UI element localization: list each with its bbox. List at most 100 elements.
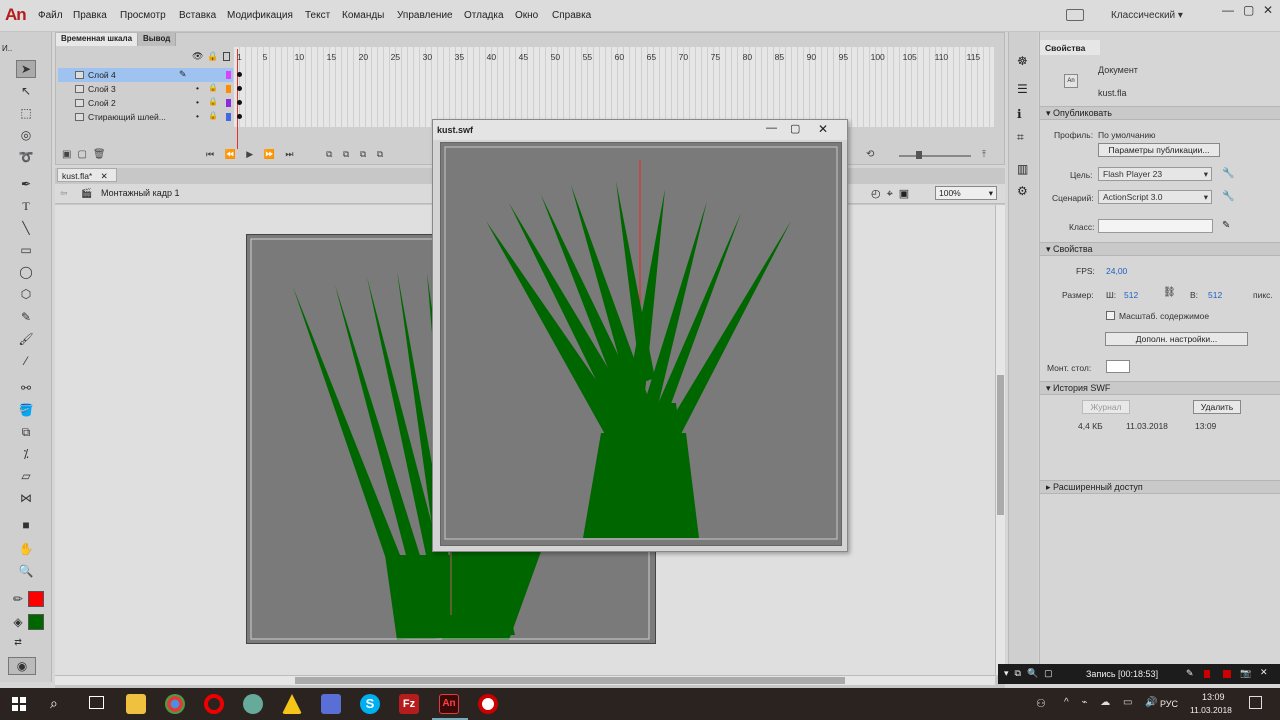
link-icon[interactable]: ⛓ (1163, 287, 1176, 298)
frame-number[interactable]: 85 (775, 52, 784, 62)
animate-icon[interactable]: An (439, 694, 459, 714)
menu-text[interactable]: Текст (305, 10, 330, 21)
layer-row[interactable]: Слой 4 ✎ (58, 68, 233, 82)
stroke-color-swatch[interactable] (28, 591, 44, 607)
frame-number[interactable]: 90 (807, 52, 816, 62)
polystar-tool-icon[interactable]: ⬡ (16, 285, 36, 303)
paint-brush-icon[interactable]: 🖌 (16, 330, 36, 348)
horizontal-scrollbar[interactable] (55, 675, 995, 685)
loop-icon[interactable]: ⟲ (866, 149, 874, 160)
pen-tool-icon[interactable]: ✒ (16, 175, 36, 193)
paint-bucket-icon[interactable]: 🪣 (16, 401, 36, 419)
eraser-tool-icon[interactable]: ▱ (16, 467, 36, 485)
lock-icon[interactable]: 🔒 (208, 111, 218, 120)
components-panel-icon[interactable]: ⚙ (1017, 184, 1028, 198)
view-icons[interactable]: ◴⌖▣ (871, 187, 915, 201)
expand-icon[interactable]: ⤒ (982, 149, 986, 160)
fill-color-swatch[interactable] (28, 614, 44, 630)
close-icon[interactable]: ✕ (1260, 667, 1268, 678)
tab-output[interactable]: Вывод (138, 33, 177, 46)
target-select[interactable]: Flash Player 23 ▾ (1098, 167, 1212, 181)
menu-window[interactable]: Окно (515, 10, 538, 21)
layer-controls[interactable]: ▣▢🗑 (62, 149, 112, 160)
recorder-icon[interactable] (478, 694, 498, 714)
frame-number[interactable]: 25 (391, 52, 400, 62)
stage-color-swatch[interactable] (1106, 360, 1130, 373)
wrench-icon[interactable]: 🔧 (1222, 168, 1234, 179)
wrench-icon[interactable]: 🔧 (1222, 191, 1234, 202)
menu-debug[interactable]: Отладка (464, 10, 504, 21)
clock-date[interactable]: 11.03.2018 (1190, 705, 1232, 715)
chrome-icon[interactable] (165, 694, 185, 714)
class-input[interactable] (1098, 219, 1213, 233)
triangle-app-icon[interactable] (282, 694, 302, 714)
align-panel-icon[interactable]: ☰ (1017, 82, 1028, 96)
tab-properties[interactable]: Свойства (1040, 40, 1100, 55)
hand-tool-icon[interactable]: ✋ (16, 540, 36, 558)
maximize-button[interactable]: ▢ (1243, 3, 1254, 17)
playhead[interactable] (237, 49, 243, 149)
minimize-button[interactable]: — (1222, 3, 1234, 17)
frame-number[interactable]: 75 (711, 52, 720, 62)
delete-button[interactable]: Удалить (1193, 400, 1241, 414)
visible-dot[interactable]: • (196, 111, 199, 121)
outline-icon[interactable] (223, 52, 230, 61)
swf-canvas[interactable] (440, 142, 842, 546)
lasso-tool-icon[interactable]: ➰ (16, 148, 36, 166)
menu-help[interactable]: Справка (552, 10, 591, 21)
scroll-thumb[interactable] (997, 375, 1004, 515)
frame-number[interactable]: 1 (237, 52, 242, 62)
eye-icon[interactable]: 👁 (192, 51, 203, 62)
advanced-settings-button[interactable]: Дополн. настройки... (1105, 332, 1248, 346)
close-tab-icon[interactable]: ✕ (101, 171, 108, 181)
fps-value[interactable]: 24,00 (1106, 266, 1127, 276)
layer-color-swatch[interactable] (226, 113, 231, 121)
frame-number[interactable]: 45 (519, 52, 528, 62)
workspace-dropdown[interactable]: Классический ▾ (1111, 10, 1183, 21)
free-transform-icon[interactable]: ⬚ (16, 104, 36, 122)
vertical-scrollbar[interactable] (995, 205, 1005, 675)
frame-number[interactable]: 65 (647, 52, 656, 62)
bone-tool-icon[interactable]: ⚯ (16, 379, 36, 397)
sync-icon[interactable] (1066, 9, 1084, 21)
zoom-tool-icon[interactable]: 🔍 (16, 562, 36, 580)
oval-tool-icon[interactable]: ◯ (16, 263, 36, 281)
swf-preview-window[interactable]: kust.swf — ▢ ✕ (432, 119, 848, 552)
swap-colors-icon[interactable]: ⇄ (8, 633, 28, 651)
frame-size-slider[interactable] (899, 155, 971, 157)
line-tool-icon[interactable]: ╲ (16, 219, 36, 237)
globe-icon[interactable] (243, 694, 263, 714)
section-advanced-sharing[interactable]: ▸ Расширенный доступ (1040, 480, 1280, 494)
frame-number[interactable]: 40 (487, 52, 496, 62)
pencil-tool-icon[interactable]: ✎ (16, 308, 36, 326)
layer-row[interactable]: Слой 2 • 🔒 (58, 96, 233, 110)
slider-thumb[interactable] (916, 151, 922, 159)
stop-icon[interactable] (1223, 670, 1231, 678)
3d-rotation-icon[interactable]: ◎ (16, 126, 36, 144)
camera-tool-icon[interactable]: ■ (16, 516, 36, 534)
brush-tool-icon[interactable]: ⁄ (16, 352, 36, 370)
scale-content-checkbox[interactable] (1106, 311, 1115, 320)
zoom-dropdown[interactable]: 100% ▾ (935, 186, 997, 200)
section-publish[interactable]: ▾ Опубликовать (1040, 106, 1280, 120)
people-icon[interactable]: ⚇ (1036, 697, 1046, 710)
log-button[interactable]: Журнал (1082, 400, 1130, 414)
eyedropper-icon[interactable]: ⁒ (16, 445, 36, 463)
scroll-thumb[interactable] (295, 677, 845, 684)
swf-maximize-button[interactable]: ▢ (790, 122, 800, 135)
file-explorer-icon[interactable] (126, 694, 146, 714)
search-icon[interactable]: ⌕ (50, 695, 58, 712)
frame-number[interactable]: 95 (839, 52, 848, 62)
language-indicator[interactable]: РУС (1160, 699, 1178, 709)
start-icon[interactable] (12, 697, 26, 711)
frame-number[interactable]: 100 (871, 52, 885, 62)
library-panel-icon[interactable]: ▥ (1017, 162, 1028, 176)
height-value[interactable]: 512 (1208, 290, 1222, 300)
swf-close-button[interactable]: ✕ (818, 122, 828, 136)
swf-titlebar[interactable]: kust.swf — ▢ ✕ (433, 120, 847, 140)
frame-number[interactable]: 70 (679, 52, 688, 62)
publish-settings-button[interactable]: Параметры публикации... (1098, 143, 1220, 157)
lock-icon[interactable]: 🔒 (207, 51, 218, 62)
ink-bottle-icon[interactable]: ⧉ (16, 423, 36, 441)
frame-number[interactable]: 5 (263, 52, 268, 62)
